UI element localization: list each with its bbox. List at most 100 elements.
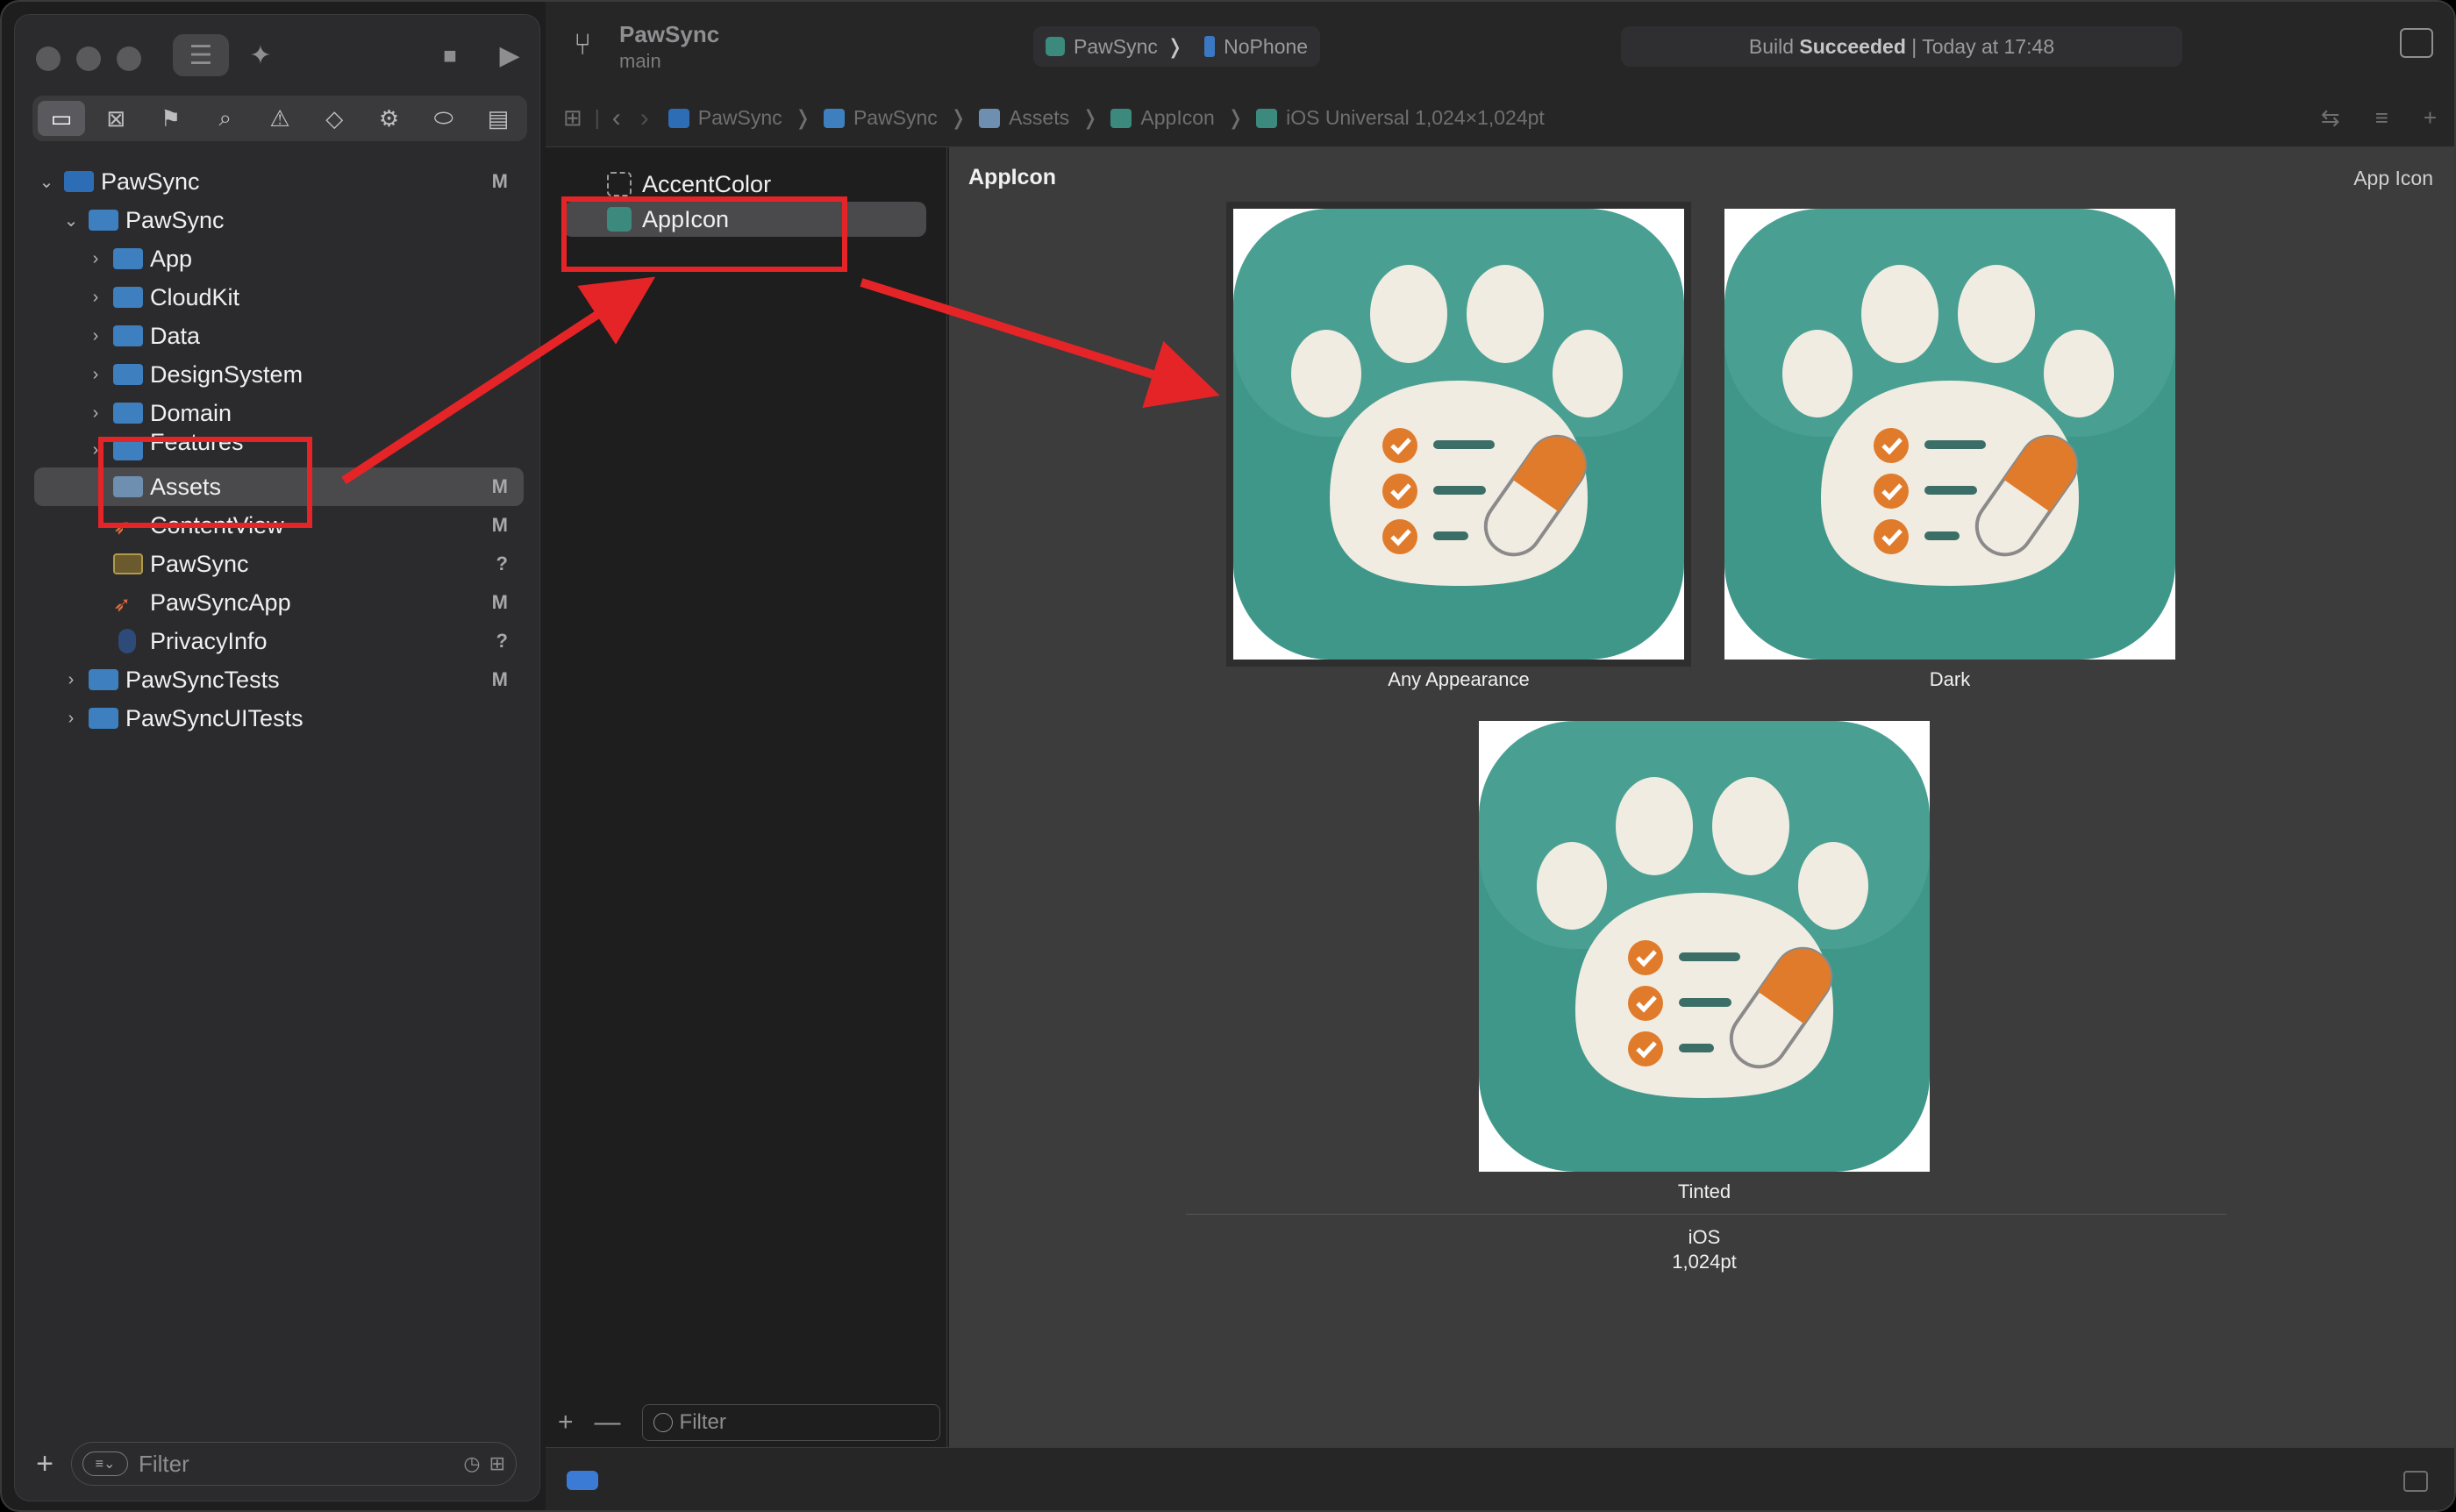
swap-icon[interactable]: ⇆ [2321,104,2340,132]
chevron-right-icon[interactable]: › [87,365,104,385]
tree-label: PawSyncTests [125,666,280,693]
app-icon-image [1233,209,1684,660]
status-time: | Today at 17:48 [1911,34,2055,58]
icon-slot-any-appearance[interactable] [1226,202,1691,667]
status-result: Succeeded [1799,34,1906,58]
chevron-right-icon[interactable]: › [87,403,104,424]
issue-icon[interactable]: ⚠ [256,101,303,136]
app-icon-image [1724,209,2175,660]
icon-slot-tinted[interactable] [1479,721,1930,1172]
inspector-toggle-icon[interactable] [2400,28,2433,58]
assistant-icon[interactable]: ✦ [239,34,282,76]
recent-files-icon[interactable]: ◷ [463,1452,480,1475]
folder-icon [823,108,845,128]
zoom-window-button[interactable] [117,46,141,71]
source-control-filter-icon[interactable]: ⊞ [489,1452,505,1475]
bookmark-icon[interactable]: ⚑ [147,101,195,136]
project-icon [64,171,94,192]
chevron-right-icon[interactable]: › [87,288,104,308]
sidebar-toggle-icon[interactable]: ☰ [173,34,229,76]
chevron-right-icon[interactable]: › [62,670,80,690]
tree-status-badge: M [491,170,508,192]
chevron-right-icon[interactable]: › [87,249,104,269]
icon-slot-dark[interactable] [1724,209,2175,660]
activity-status: Build Succeeded | Today at 17:48 [1621,26,2182,67]
minimize-window-button[interactable] [76,46,101,71]
breadcrumb-label: Assets [1009,106,1070,129]
chevron-down-icon[interactable]: ⌄ [62,210,80,232]
sidebar-toggles: ☰ ✦ [173,34,282,76]
slot-label: Dark [1929,668,1971,690]
forward-icon[interactable]: › [640,103,649,133]
divider [1186,1214,2226,1215]
tree-row-file[interactable]: PawSync ? [15,545,539,583]
breadcrumb-item[interactable]: Assets [979,106,1069,130]
breadcrumb-label: PawSync [697,106,782,129]
navigator-tab-bar: ▭ ⊠ ⚑ ⌕ ⚠ ◇ ⚙ ⬭ ▤ [32,96,527,141]
remove-asset-button[interactable]: — [595,1408,621,1437]
tree-row-folder[interactable]: › App [15,239,539,278]
add-editor-icon[interactable]: + [2424,104,2437,132]
find-icon[interactable]: ⌕ [202,101,249,136]
breakpoints-toggle-icon[interactable] [567,1471,598,1490]
grid-icon[interactable]: ⊞ [563,104,582,132]
privacy-hand-icon [118,629,136,653]
breadcrumb-item[interactable]: iOS Universal 1,024×1,024pt [1256,106,1545,130]
run-icon[interactable]: ▶ [489,34,531,76]
app-icon-set-icon [1110,108,1132,128]
lines-icon[interactable]: ≡ [2375,104,2388,132]
project-navigator-icon[interactable]: ▭ [38,101,85,136]
navigator-filter-input[interactable]: ≡⌄ Filter ◷ ⊞ [71,1442,517,1486]
breadcrumb-separator: ❭ [949,106,967,129]
tree-row-group[interactable]: ⌄ PawSync [15,201,539,239]
add-file-button[interactable]: + [27,1447,62,1481]
chevron-right-icon[interactable]: › [87,326,104,346]
project-branch-label[interactable]: PawSync main [619,21,719,73]
tree-status-badge: ? [496,630,508,652]
report-icon[interactable]: ▤ [475,101,522,136]
stop-icon[interactable]: ■ [429,34,471,76]
swift-file-icon: ➶ [113,593,132,617]
jump-bar: ⊞ | ‹ › PawSync ❭ PawSync ❭ Assets ❭ AppIco… [546,89,2454,147]
tree-status-badge: M [491,514,508,536]
slot-label: Tinted [1677,1180,1731,1202]
debug-bar [546,1447,2454,1510]
debug-area-toggle-icon[interactable] [2403,1471,2428,1492]
folder-icon [89,669,118,690]
breakpoint-icon[interactable]: ⬭ [420,101,468,136]
chevron-right-icon: ❭ [1166,34,1184,58]
navigator-filter-bar: + ≡⌄ Filter ◷ ⊞ [27,1439,529,1488]
chevron-right-icon[interactable]: › [62,709,80,729]
scheme-target: PawSync [1074,34,1158,58]
tree-row-folder[interactable]: › CloudKit [15,278,539,317]
slot-label: Any Appearance [1388,668,1530,690]
close-window-button[interactable] [36,46,61,71]
breadcrumb-separator: ❭ [794,106,811,129]
tree-row-file[interactable]: PrivacyInfo ? [15,622,539,660]
test-icon[interactable]: ◇ [311,101,358,136]
chevron-down-icon[interactable]: ⌄ [38,171,55,193]
tree-row-project[interactable]: ⌄ PawSync M [15,162,539,201]
tree-row-group[interactable]: › PawSyncTests M [15,660,539,699]
size-label: 1,024pt [1672,1251,1737,1273]
storekit-file-icon [113,553,143,574]
scheme-selector[interactable]: PawSync ❭ NoPhone [1033,26,1321,67]
source-control-icon[interactable]: ⊠ [92,101,139,136]
tree-label: PawSyncApp [150,588,291,616]
breadcrumb-item[interactable]: AppIcon [1110,106,1215,130]
scheme-device: NoPhone [1224,34,1309,58]
tree-row-file[interactable]: ➶ PawSyncApp M [15,583,539,622]
filter-options-icon[interactable]: ≡⌄ [82,1451,128,1476]
asset-filter-input[interactable]: Filter [641,1404,940,1441]
debug-icon[interactable]: ⚙ [366,101,413,136]
add-asset-button[interactable]: + [558,1408,574,1437]
back-icon[interactable]: ‹ [612,103,621,133]
status-prefix: Build [1748,34,1795,58]
breadcrumb-item[interactable]: PawSync [823,106,938,130]
tree-row-folder[interactable]: › DesignSystem [15,355,539,394]
tree-row-group[interactable]: › PawSyncUITests [15,699,539,738]
tree-row-folder[interactable]: › Data [15,317,539,355]
breadcrumb-item[interactable]: PawSync [668,106,782,130]
color-set-icon [607,172,632,196]
tree-row-folder[interactable]: › Domain [15,394,539,432]
